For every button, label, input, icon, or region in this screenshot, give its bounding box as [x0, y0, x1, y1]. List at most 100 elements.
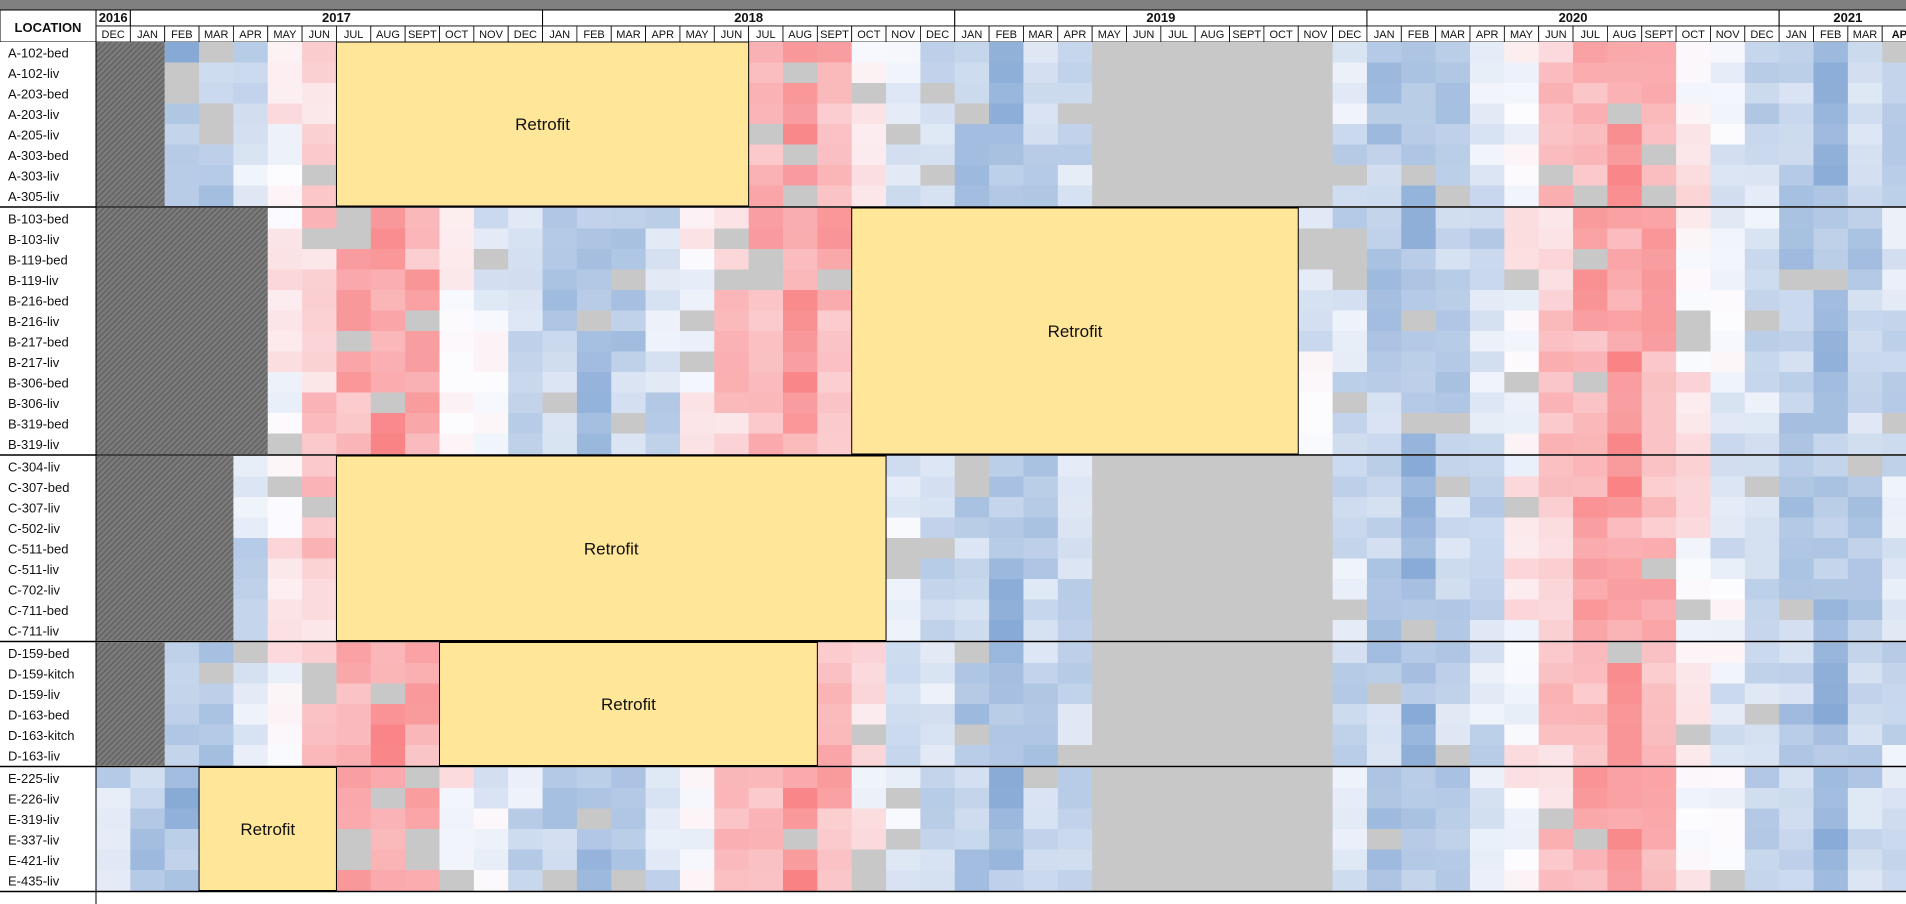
heat-cell	[1813, 663, 1849, 684]
month-label: MAY	[273, 29, 297, 41]
no-data-cell	[1195, 620, 1230, 641]
heat-cell	[1607, 62, 1643, 84]
heat-cell	[714, 351, 750, 373]
heat-cell	[370, 228, 406, 250]
heat-cell	[714, 767, 750, 789]
heat-cell	[1470, 42, 1505, 63]
no-data-cell	[1160, 103, 1196, 125]
heat-cell	[1057, 456, 1093, 477]
no-data-cell	[1298, 599, 1333, 621]
heat-cell	[1057, 870, 1093, 891]
heat-cell	[1779, 83, 1814, 104]
heat-cell	[1057, 663, 1093, 684]
heat-cell	[1676, 849, 1711, 871]
heat-cell	[1607, 808, 1643, 830]
heat-cell	[1813, 124, 1849, 145]
heat-cell	[370, 663, 406, 684]
heat-cell	[1607, 579, 1643, 600]
location-label: B-119-liv	[8, 273, 59, 288]
heat-cell	[96, 849, 131, 871]
no-data-cell	[1023, 767, 1059, 789]
no-data-cell	[1298, 144, 1333, 166]
heat-cell	[1882, 392, 1906, 414]
heat-cell	[267, 724, 303, 746]
heat-cell	[1779, 42, 1814, 63]
no-data-cell	[1435, 476, 1471, 498]
heat-cell	[1573, 228, 1608, 250]
heat-cell	[1744, 165, 1780, 186]
heat-cell	[817, 124, 853, 145]
heat-cell	[233, 42, 269, 63]
heat-cell	[1779, 228, 1814, 250]
heat-cell	[1504, 808, 1540, 830]
heat-cell	[302, 433, 337, 455]
heat-cell	[405, 683, 440, 705]
heat-cell	[1710, 497, 1746, 518]
heat-cell	[336, 808, 372, 830]
heat-cell	[1607, 228, 1643, 250]
heat-cell	[1573, 456, 1608, 477]
heat-cell	[1641, 599, 1677, 621]
heat-cell	[1504, 538, 1540, 559]
heat-cell	[1607, 767, 1643, 789]
heat-cell	[1332, 290, 1368, 311]
heat-cell	[954, 620, 990, 641]
no-data-cell	[1263, 83, 1299, 104]
month-label: JUL	[344, 29, 364, 41]
heat-cell	[748, 870, 784, 891]
no-data-cell	[817, 269, 853, 291]
heat-cell	[473, 870, 509, 891]
no-data-cell	[1263, 829, 1299, 850]
heat-cell	[1710, 558, 1746, 580]
heat-cell	[886, 103, 921, 125]
heat-cell	[405, 228, 440, 250]
no-data-cell	[1229, 788, 1265, 809]
heat-cell	[130, 849, 166, 871]
heat-cell	[1676, 269, 1711, 291]
no-data-cell	[1332, 165, 1368, 186]
heat-cell	[1641, 208, 1677, 229]
heat-cell	[1401, 433, 1437, 455]
heat-cell	[1573, 392, 1608, 414]
heat-cell	[267, 642, 303, 664]
heat-cell	[1332, 870, 1368, 891]
retrofit-label: Retrofit	[515, 115, 570, 134]
no-data-cell	[1401, 310, 1437, 332]
heat-cell	[1882, 808, 1906, 830]
heat-cell	[1470, 497, 1505, 518]
heat-cell	[679, 249, 715, 270]
heat-cell	[336, 767, 372, 789]
heat-cell	[783, 433, 818, 455]
heat-cell	[1435, 331, 1471, 352]
heat-cell	[851, 663, 887, 684]
heat-cell	[748, 849, 784, 871]
heat-cell	[473, 351, 509, 373]
heat-cell	[267, 62, 303, 84]
month-label: FEB	[1820, 29, 1841, 41]
heat-cell	[783, 392, 818, 414]
heat-cell	[1641, 704, 1677, 725]
heat-cell	[1298, 331, 1333, 352]
heat-cell	[1710, 642, 1746, 664]
no-data-cell	[1298, 456, 1333, 477]
heat-cell	[1366, 144, 1402, 166]
no-data-cell	[1195, 642, 1230, 664]
heat-cell	[989, 497, 1024, 518]
no-data-cell	[1126, 620, 1162, 641]
heat-cell	[1676, 538, 1711, 559]
heat-cell	[886, 579, 921, 600]
heat-cell	[405, 704, 440, 725]
no-data-cell	[1126, 42, 1162, 63]
retrofit-label: Retrofit	[601, 695, 656, 714]
heat-cell	[302, 538, 337, 559]
heat-cell	[1779, 620, 1814, 641]
no-data-cell	[1092, 558, 1127, 580]
heat-cell	[542, 829, 578, 850]
heat-cell	[439, 392, 475, 414]
month-label: OCT	[857, 29, 881, 41]
heat-cell	[1538, 558, 1574, 580]
heat-cell	[130, 808, 166, 830]
heat-cell	[1710, 620, 1746, 641]
heat-cell	[817, 724, 853, 746]
no-data-cell	[1332, 228, 1368, 250]
